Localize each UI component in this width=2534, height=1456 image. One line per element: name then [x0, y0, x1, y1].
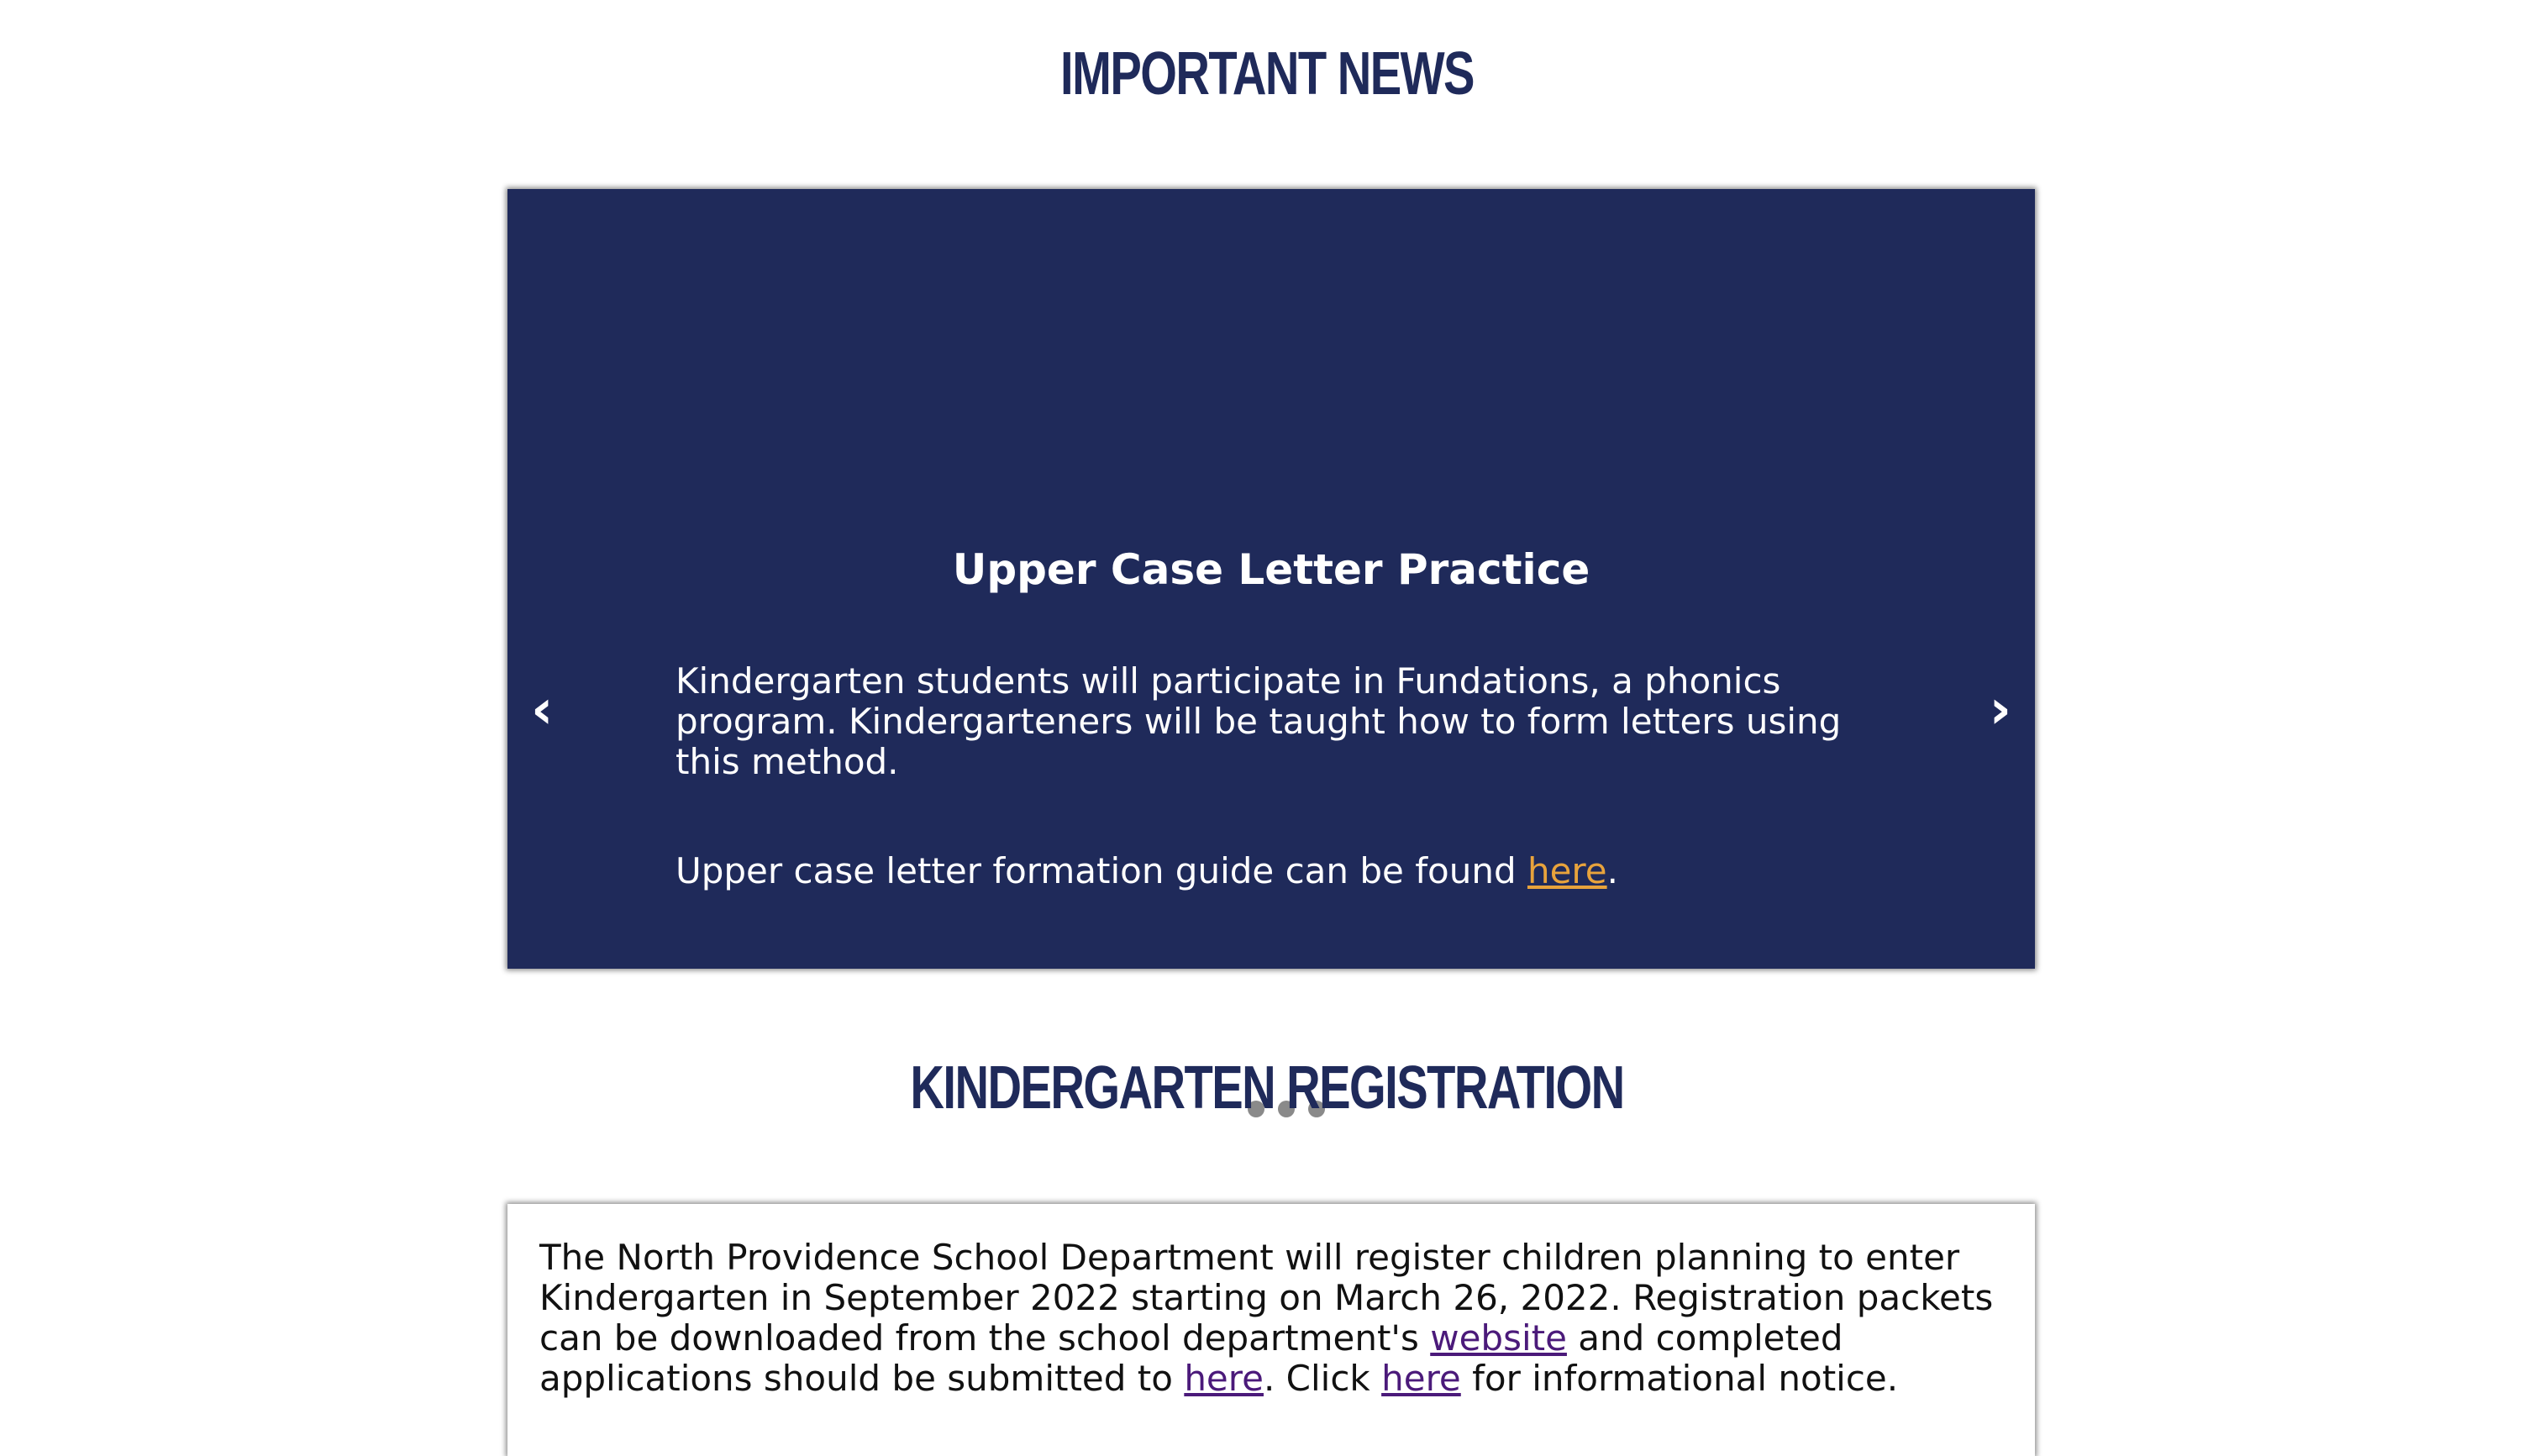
website-link[interactable]: website	[1430, 1317, 1567, 1359]
registration-text-part3: . Click	[1263, 1358, 1382, 1399]
slide-guide-paragraph: Upper case letter formation guide can be…	[676, 851, 1869, 891]
notice-here-link[interactable]: here	[1381, 1358, 1461, 1399]
slide-guide-link[interactable]: here	[1527, 850, 1607, 891]
slide-title: Upper Case Letter Practice	[952, 545, 1590, 594]
slide-guide-text: Upper case letter formation guide can be…	[676, 850, 1527, 891]
registration-info-box: The North Providence School Department w…	[507, 1204, 2035, 1456]
registration-text-part4: for informational notice.	[1460, 1358, 1899, 1399]
registration-text: The North Providence School Department w…	[539, 1238, 2010, 1399]
carousel-next-arrow-icon[interactable]: ›	[1990, 676, 2011, 744]
slide-guide-suffix: .	[1606, 850, 1618, 891]
important-news-heading: IMPORTANT NEWS	[1060, 40, 1475, 108]
kindergarten-registration-heading: KINDERGARTEN REGISTRATION	[910, 1054, 1625, 1122]
slide-paragraph: Kindergarten students will participate i…	[676, 660, 1842, 782]
news-carousel: ‹ Upper Case Letter Practice Kindergarte…	[507, 189, 2035, 1117]
carousel-prev-arrow-icon[interactable]: ‹	[531, 676, 553, 744]
slide-body: Kindergarten students will participate i…	[676, 661, 1869, 891]
submit-here-link[interactable]: here	[1184, 1358, 1264, 1399]
